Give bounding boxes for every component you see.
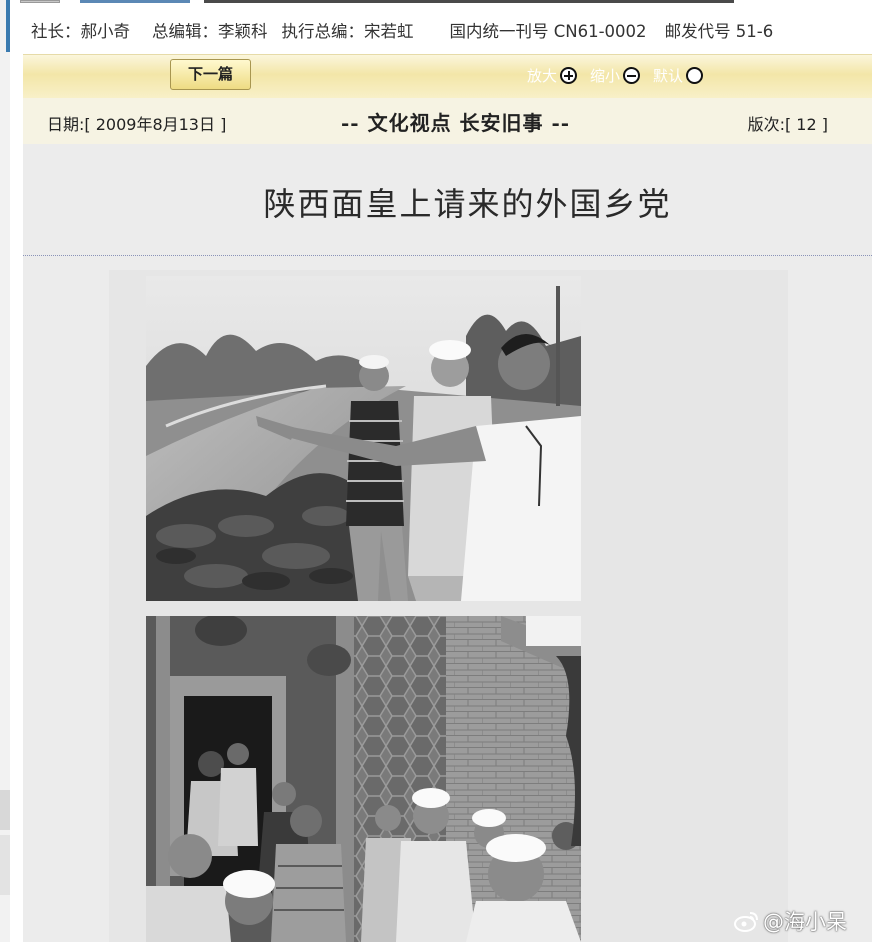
left-edge-segment	[0, 835, 10, 895]
watermark-text: @海小呆	[763, 910, 847, 934]
zoom-in-control[interactable]: 放大	[527, 65, 578, 86]
masthead-chief-editor: 总编辑：李颖科	[152, 22, 268, 41]
top-slice-tab[interactable]	[80, 0, 190, 3]
section-title: -- 文化视点 长安旧事 --	[341, 111, 571, 135]
article-content: 陕西面皇上请来的外国乡党	[23, 144, 872, 942]
zoom-out-icon[interactable]	[623, 67, 641, 84]
title-divider	[23, 255, 872, 256]
zoom-default-label: 默认	[653, 67, 684, 85]
masthead: 社长：郝小奇 总编辑：李颖科 执行总编：宋若虹 国内统一刊号 CN61-0002…	[23, 6, 872, 54]
left-accent-bar	[6, 0, 10, 52]
left-edge-segment	[0, 790, 10, 830]
zoom-in-icon[interactable]	[560, 67, 578, 84]
page-number: 版次:[ 12 ]	[747, 115, 828, 134]
zoom-out-control[interactable]: 缩小	[590, 65, 641, 86]
masthead-exec-editor: 执行总编：宋若虹	[281, 22, 414, 41]
article-photo-mosque	[146, 616, 581, 942]
masthead-serial-number: 国内统一刊号 CN61-0002	[449, 22, 647, 41]
top-slice-button[interactable]	[20, 0, 60, 3]
zoom-default-control[interactable]: 默认	[653, 65, 704, 86]
masthead-postal-code: 邮发代号 51-6	[664, 22, 774, 41]
publish-date: 日期:[ 2009年8月13日 ]	[47, 115, 227, 134]
zoom-default-icon[interactable]	[686, 67, 704, 84]
top-slice-address-bar[interactable]	[204, 0, 734, 3]
masthead-president: 社长：郝小奇	[31, 22, 130, 41]
next-article-button[interactable]: 下一篇	[170, 59, 251, 90]
article-info-bar: 日期:[ 2009年8月13日 ] -- 文化视点 长安旧事 -- 版次:[ 1…	[23, 98, 872, 144]
weibo-watermark: @海小呆	[734, 906, 847, 936]
top-toolbar-slice	[14, 0, 744, 3]
article-title: 陕西面皇上请来的外国乡党	[263, 185, 672, 223]
zoom-in-label: 放大	[527, 67, 558, 85]
zoom-out-label: 缩小	[590, 67, 621, 85]
left-window-edge	[0, 0, 10, 942]
weibo-icon	[734, 912, 758, 932]
article-photo-river	[146, 276, 581, 601]
article-toolbar: 下一篇 放大 缩小 默认	[23, 54, 872, 98]
